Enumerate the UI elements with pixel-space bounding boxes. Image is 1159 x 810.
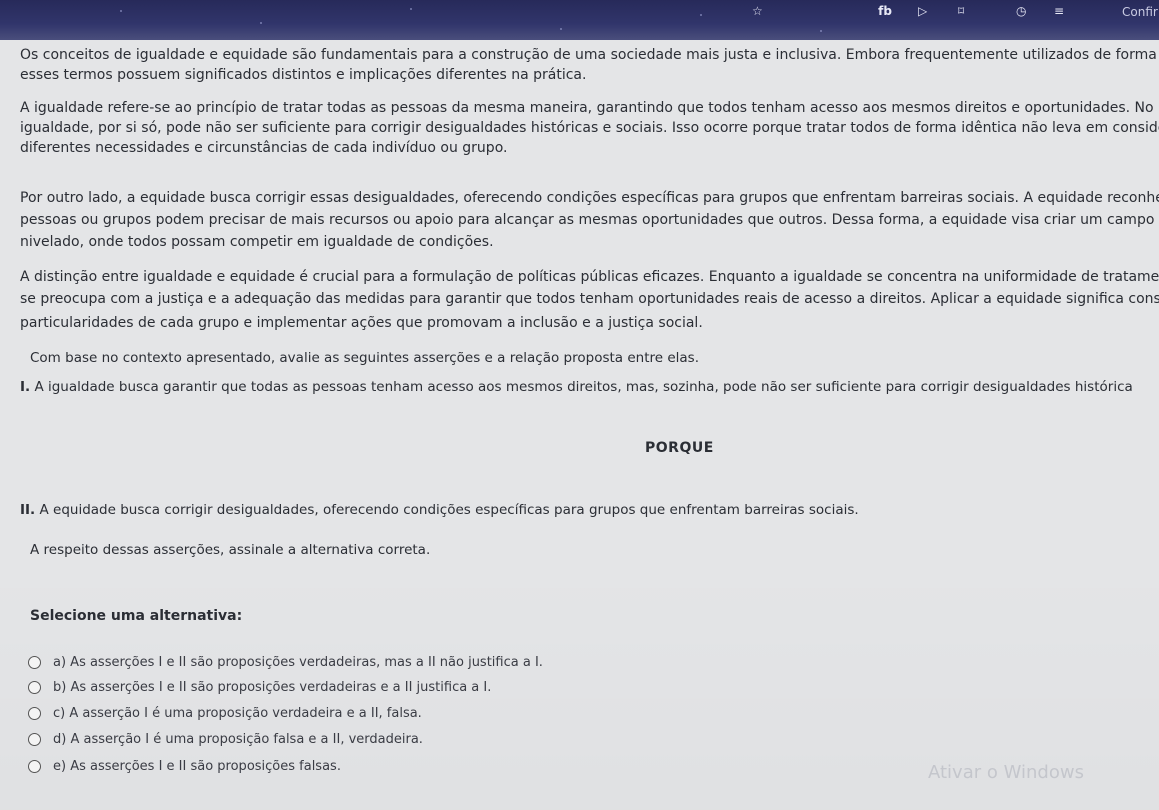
connector-porque: PORQUE [645, 440, 714, 456]
star-icon[interactable]: ☆ [752, 4, 763, 18]
question-prompt: A respeito dessas asserções, assinale a … [30, 542, 431, 558]
top-toolbar: ☆ fb ▷ ⌑ ◷ ≡ Confir [0, 0, 1159, 40]
radio-c[interactable] [28, 706, 41, 720]
windows-activation-watermark: Ativar o Windows [928, 762, 1084, 783]
radio-a[interactable] [28, 655, 41, 669]
passage-p4-l2: se preocupa com a justiça e a adequação … [20, 291, 1159, 307]
option-d[interactable]: d) A asserção I é uma proposição falsa e… [28, 729, 423, 749]
radio-e[interactable] [28, 759, 41, 773]
option-c[interactable]: c) A asserção I é uma proposição verdade… [28, 703, 422, 723]
passage-p3-l3: nivelado, onde todos possam competir em … [20, 234, 494, 250]
assertion-2-text: A equidade busca corrigir desigualdades,… [39, 502, 859, 518]
option-c-label[interactable]: c) A asserção I é uma proposição verdade… [53, 706, 422, 721]
passage-p2-l3: diferentes necessidades e circunstâncias… [20, 140, 508, 156]
passage-p4-l3: particularidades de cada grupo e impleme… [20, 315, 703, 331]
passage-p1-l1: Os conceitos de igualdade e equidade são… [20, 47, 1157, 63]
options-heading: Selecione uma alternativa: [30, 608, 243, 624]
passage-p4-l1: A distinção entre igualdade e equidade é… [20, 269, 1159, 285]
video-icon[interactable]: ▷ [918, 4, 927, 18]
assertion-2-number: II. [20, 502, 36, 518]
passage-p2-l1: A igualdade refere-se ao princípio de tr… [20, 100, 1154, 116]
passage-p3-l1: Por outro lado, a equidade busca corrigi… [20, 190, 1159, 206]
option-a-label[interactable]: a) As asserções I e II são proposições v… [53, 655, 543, 670]
question-intro: Com base no contexto apresentado, avalie… [30, 350, 700, 366]
option-b[interactable]: b) As asserções I e II são proposições v… [28, 677, 491, 697]
radio-b[interactable] [28, 680, 41, 694]
option-a[interactable]: a) As asserções I e II são proposições v… [28, 652, 543, 672]
option-d-label[interactable]: d) A asserção I é uma proposição falsa e… [53, 732, 423, 747]
option-e-label[interactable]: e) As asserções I e II são proposições f… [53, 759, 341, 774]
timer-icon[interactable]: ◷ [1016, 4, 1026, 18]
passage-p3-l2: pessoas ou grupos podem precisar de mais… [20, 212, 1155, 228]
confirm-label[interactable]: Confir [1122, 5, 1158, 19]
assertion-1-number: I. [20, 379, 31, 395]
menu-music-icon[interactable]: ≡ [1054, 4, 1064, 18]
fb-icon[interactable]: fb [878, 4, 892, 18]
passage-p1-l2: esses termos possuem significados distin… [20, 67, 587, 83]
passage-p2-l2: igualdade, por si só, pode não ser sufic… [20, 120, 1159, 136]
option-b-label[interactable]: b) As asserções I e II são proposições v… [53, 680, 491, 695]
assertion-1-text: A igualdade busca garantir que todas as … [34, 379, 1133, 395]
bookmark-icon[interactable]: ⌑ [958, 4, 964, 18]
option-e[interactable]: e) As asserções I e II são proposições f… [28, 756, 341, 776]
assertion-1: I. A igualdade busca garantir que todas … [20, 377, 1159, 397]
radio-d[interactable] [28, 732, 41, 746]
assertion-2: II. A equidade busca corrigir desigualda… [20, 500, 1159, 520]
